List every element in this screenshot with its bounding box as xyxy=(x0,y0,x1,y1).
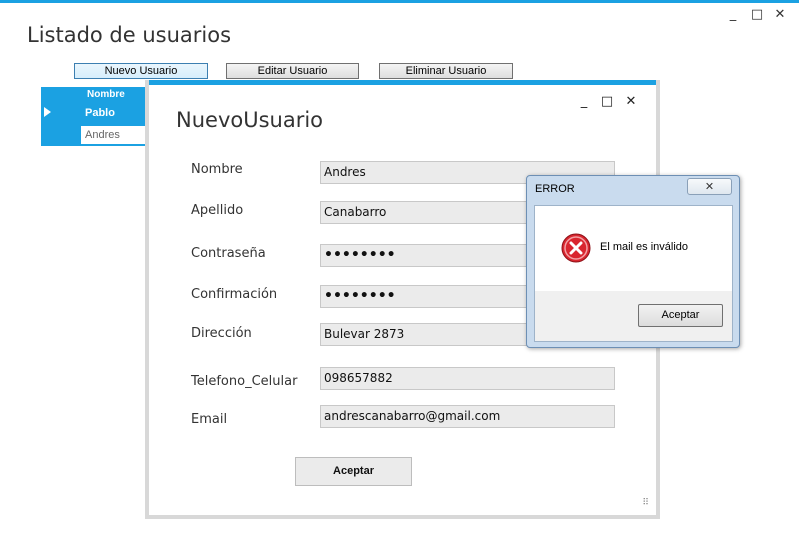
minimize-button[interactable]: _ xyxy=(726,8,740,22)
error-dialog-body: El mail es inválido Aceptar xyxy=(534,205,733,342)
grid-row-pablo[interactable]: Pablo xyxy=(85,107,115,119)
grid-row-andres[interactable]: Andres xyxy=(81,126,155,144)
email-field[interactable]: andrescanabarro@gmail.com xyxy=(320,405,615,428)
page-title: Listado de usuarios xyxy=(27,23,232,47)
window-accent-bar xyxy=(0,0,799,3)
child-close-button[interactable]: ✕ xyxy=(624,95,638,109)
child-maximize-button[interactable]: □ xyxy=(600,95,614,109)
users-grid: Nombre Pablo Andres xyxy=(41,87,155,146)
new-user-button[interactable]: Nuevo Usuario xyxy=(74,63,208,79)
maximize-button[interactable]: □ xyxy=(750,8,764,22)
nombre-label: Nombre xyxy=(191,162,243,177)
dialog-accept-button[interactable]: Aceptar xyxy=(638,304,723,327)
child-minimize-button[interactable]: _ xyxy=(577,95,591,109)
email-label: Email xyxy=(191,412,228,427)
grid-column-header[interactable]: Nombre xyxy=(87,89,125,100)
edit-user-button[interactable]: Editar Usuario xyxy=(226,63,359,79)
error-dialog: ERROR ✕ El mail es inválido Aceptar xyxy=(526,175,740,348)
dialog-close-button[interactable]: ✕ xyxy=(687,178,732,195)
error-icon xyxy=(561,233,591,263)
resize-grip-icon[interactable]: ⠿ xyxy=(642,498,649,508)
new-user-title: NuevoUsuario xyxy=(176,108,324,132)
telefono-field[interactable]: 098657882 xyxy=(320,367,615,390)
telefono-label: Telefono_Celular xyxy=(191,374,298,389)
error-dialog-title: ERROR xyxy=(535,183,575,195)
close-button[interactable]: ✕ xyxy=(773,8,787,22)
error-message: El mail es inválido xyxy=(600,241,689,253)
accept-button[interactable]: Aceptar xyxy=(295,457,412,486)
direccion-label: Dirección xyxy=(191,326,252,341)
confirmacion-label: Confirmación xyxy=(191,287,278,302)
row-selector-arrow-icon xyxy=(44,107,51,117)
contrasena-label: Contraseña xyxy=(191,246,266,261)
delete-user-button[interactable]: Eliminar Usuario xyxy=(379,63,513,79)
apellido-label: Apellido xyxy=(191,203,244,218)
